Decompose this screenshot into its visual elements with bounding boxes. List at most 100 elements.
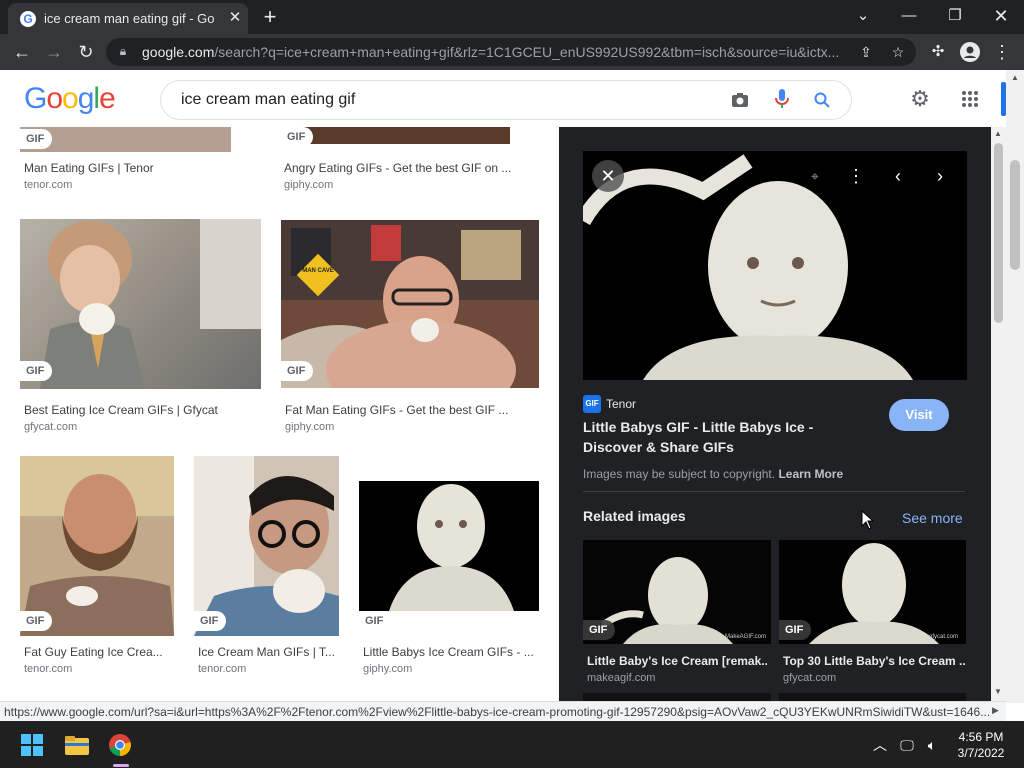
search-input[interactable]: ice cream man eating gif	[181, 91, 681, 109]
related-caption[interactable]: Top 30 Little Baby's Ice Cream ...	[783, 654, 965, 668]
clock-time: 4:56 PM	[958, 730, 1004, 744]
lock-icon[interactable]: 🔒︎	[116, 44, 130, 58]
results-grid: GIF GIF Man Eating GIFs | Tenor tenor.co…	[0, 127, 559, 701]
gif-badge: GIF	[359, 611, 392, 631]
result-source[interactable]: giphy.com	[285, 421, 334, 433]
tab-title: ice cream man eating gif - Google	[44, 11, 214, 26]
result-source[interactable]: tenor.com	[24, 179, 72, 191]
related-source[interactable]: gfycat.com	[783, 672, 836, 684]
result-title[interactable]: Best Eating Ice Cream GIFs | Gfycat	[24, 403, 264, 417]
result-title[interactable]: Fat Man Eating GIFs - Get the best GIF .…	[285, 403, 535, 417]
browser-toolbar: ← → ↻ 🔒︎ google.com/search?q=ice+cream+m…	[0, 34, 1024, 70]
mouse-cursor-icon	[861, 509, 875, 530]
gif-badge: GIF	[281, 361, 314, 381]
related-images-title: Related images	[583, 508, 686, 524]
result-title[interactable]: Ice Cream Man GIFs | T...	[198, 645, 343, 659]
tab-search-chevron-icon[interactable]: ⌄	[848, 5, 878, 27]
result-image[interactable]: GIF	[359, 456, 539, 636]
more-options-icon[interactable]: ⋮	[840, 160, 872, 192]
learn-more-link[interactable]: Learn More	[778, 467, 843, 481]
reload-button[interactable]: ↻	[74, 40, 98, 64]
file-explorer-icon[interactable]	[63, 731, 91, 759]
visit-button[interactable]: Visit	[889, 399, 949, 431]
related-image[interactable]: MakeAGIF.com GIF	[583, 540, 771, 644]
previous-image-icon[interactable]: ‹	[882, 160, 914, 192]
system-clock[interactable]: 4:56 PM 3/7/2022	[948, 729, 1014, 761]
watermark: MakeAGIF.com	[725, 634, 767, 640]
scroll-down-icon[interactable]: ▼	[994, 687, 1002, 696]
result-title[interactable]: Fat Guy Eating Ice Crea...	[24, 645, 174, 659]
result-image[interactable]: GIF	[281, 127, 510, 144]
gif-badge: GIF	[281, 127, 314, 144]
result-title[interactable]: Little Babys Ice Cream GIFs - ...	[363, 645, 543, 659]
next-image-icon[interactable]: ›	[924, 160, 956, 192]
gif-badge: GIF	[583, 620, 616, 640]
bookmark-star-icon[interactable]: ☆	[888, 42, 908, 62]
new-tab-button[interactable]: +	[258, 6, 282, 28]
panel-scrollbar-thumb[interactable]	[994, 143, 1003, 323]
result-image[interactable]: GIF	[20, 127, 231, 152]
forward-button[interactable]: →	[42, 40, 66, 64]
preview-title[interactable]: Little Babys GIF - Little Babys Ice - Di…	[583, 417, 863, 457]
lens-icon[interactable]: ⌖	[799, 160, 831, 192]
network-icon[interactable]: 🖵︎	[893, 731, 921, 759]
camera-icon[interactable]	[729, 89, 751, 111]
page-scrollbar[interactable]: ▲	[1006, 70, 1024, 703]
address-bar[interactable]: 🔒︎ google.com/search?q=ice+cream+man+eat…	[106, 38, 916, 66]
tab-strip: G ice cream man eating gif - Google ✕ + …	[0, 0, 1024, 34]
result-image[interactable]: GIF	[194, 456, 339, 636]
result-title[interactable]: Man Eating GIFs | Tenor	[24, 161, 244, 175]
result-source[interactable]: gfycat.com	[24, 421, 77, 433]
man-cave-sign: MAN CAVE	[302, 268, 334, 274]
result-source[interactable]: tenor.com	[198, 663, 246, 675]
back-button[interactable]: ←	[10, 40, 34, 64]
url-text[interactable]: google.com/search?q=ice+cream+man+eating…	[142, 44, 842, 60]
result-image[interactable]: GIF	[20, 456, 174, 636]
search-box[interactable]: ice cream man eating gif	[160, 80, 852, 120]
scroll-right-icon[interactable]: ▶	[992, 705, 999, 716]
search-icon[interactable]	[811, 89, 833, 111]
gif-badge: GIF	[194, 611, 227, 631]
scroll-up-icon[interactable]: ▲	[1011, 73, 1019, 82]
windows-taskbar: ︿ 🖵︎ 🔈︎ 4:56 PM 3/7/2022	[0, 721, 1024, 768]
close-preview-icon[interactable]: ✕	[592, 160, 624, 192]
tray-chevron-icon[interactable]: ︿	[866, 731, 894, 759]
google-header: Google ice cream man eating gif ⚙	[0, 70, 1006, 128]
browser-tab[interactable]: G ice cream man eating gif - Google ✕	[8, 3, 248, 34]
related-source[interactable]: makeagif.com	[587, 672, 655, 684]
result-image[interactable]: GIF	[20, 219, 261, 389]
divider	[583, 491, 965, 492]
tenor-source-icon: GIF	[583, 395, 601, 413]
image-preview-panel: ✕ ⌖ ⋮ ‹ › GIF Tenor Little Babys GIF - L…	[559, 127, 991, 703]
windows-start-icon[interactable]	[18, 731, 46, 759]
tab-close-icon[interactable]: ✕	[224, 7, 246, 29]
settings-gear-icon[interactable]: ⚙	[907, 86, 933, 112]
share-icon[interactable]: ⇪	[856, 42, 876, 62]
watermark: gfycat.com	[929, 634, 959, 640]
result-title[interactable]: Angry Eating GIFs - Get the best GIF on …	[284, 161, 534, 175]
result-source[interactable]: tenor.com	[24, 663, 72, 675]
chrome-icon[interactable]	[106, 731, 134, 759]
window-close-button[interactable]: ✕	[986, 5, 1016, 27]
microphone-icon[interactable]	[771, 89, 793, 111]
panel-scrollbar[interactable]: ▲ ▼	[991, 127, 1006, 703]
browser-menu-icon[interactable]: ⋮	[990, 40, 1014, 64]
apps-grid-icon[interactable]	[957, 86, 983, 112]
gif-badge: GIF	[20, 611, 53, 631]
source-name[interactable]: Tenor	[606, 397, 636, 411]
google-favicon-icon: G	[20, 11, 36, 27]
extensions-icon[interactable]: ✣	[926, 40, 950, 64]
restore-button[interactable]: ❐	[940, 5, 970, 27]
related-image[interactable]: gfycat.com GIF	[779, 540, 966, 644]
see-more-link[interactable]: See more	[902, 510, 963, 526]
result-image[interactable]: MAN CAVE GIF	[281, 220, 539, 388]
result-source[interactable]: giphy.com	[363, 663, 412, 675]
page-scrollbar-thumb[interactable]	[1010, 160, 1020, 270]
volume-icon[interactable]: 🔈︎	[918, 731, 946, 759]
scroll-up-icon[interactable]: ▲	[994, 129, 1002, 138]
result-source[interactable]: giphy.com	[284, 179, 333, 191]
minimize-button[interactable]: —	[894, 5, 924, 27]
profile-avatar-icon[interactable]	[958, 40, 982, 64]
related-caption[interactable]: Little Baby's Ice Cream [remak...	[587, 654, 767, 668]
google-logo[interactable]: Google	[24, 82, 116, 116]
